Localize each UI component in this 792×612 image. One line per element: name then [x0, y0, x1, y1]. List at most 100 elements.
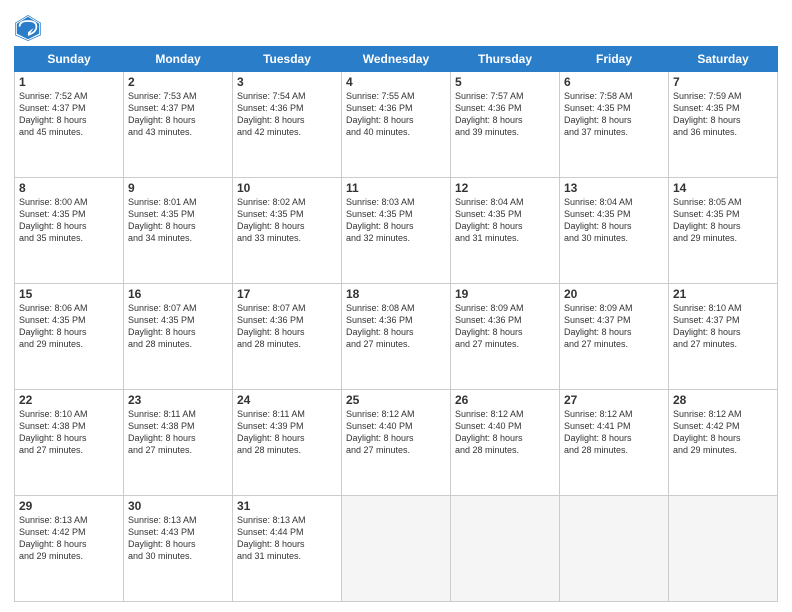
calendar-cell: 5Sunrise: 7:57 AMSunset: 4:36 PMDaylight…	[451, 72, 560, 178]
cell-content: Sunrise: 8:09 AMSunset: 4:37 PMDaylight:…	[564, 302, 664, 351]
cell-content: Sunrise: 8:09 AMSunset: 4:36 PMDaylight:…	[455, 302, 555, 351]
calendar-cell: 18Sunrise: 8:08 AMSunset: 4:36 PMDayligh…	[342, 284, 451, 390]
cell-content: Sunrise: 8:04 AMSunset: 4:35 PMDaylight:…	[455, 196, 555, 245]
calendar-cell	[560, 496, 669, 602]
calendar-cell: 12Sunrise: 8:04 AMSunset: 4:35 PMDayligh…	[451, 178, 560, 284]
calendar-cell: 22Sunrise: 8:10 AMSunset: 4:38 PMDayligh…	[15, 390, 124, 496]
header-day-thursday: Thursday	[451, 47, 560, 72]
header-day-friday: Friday	[560, 47, 669, 72]
day-number: 17	[237, 287, 337, 301]
cell-content: Sunrise: 7:54 AMSunset: 4:36 PMDaylight:…	[237, 90, 337, 139]
header-day-monday: Monday	[124, 47, 233, 72]
cell-content: Sunrise: 8:13 AMSunset: 4:44 PMDaylight:…	[237, 514, 337, 563]
calendar-cell: 21Sunrise: 8:10 AMSunset: 4:37 PMDayligh…	[669, 284, 778, 390]
calendar-cell	[342, 496, 451, 602]
calendar-cell: 26Sunrise: 8:12 AMSunset: 4:40 PMDayligh…	[451, 390, 560, 496]
week-row-3: 15Sunrise: 8:06 AMSunset: 4:35 PMDayligh…	[15, 284, 778, 390]
calendar-cell: 7Sunrise: 7:59 AMSunset: 4:35 PMDaylight…	[669, 72, 778, 178]
calendar-cell: 14Sunrise: 8:05 AMSunset: 4:35 PMDayligh…	[669, 178, 778, 284]
cell-content: Sunrise: 8:02 AMSunset: 4:35 PMDaylight:…	[237, 196, 337, 245]
day-number: 6	[564, 75, 664, 89]
day-number: 15	[19, 287, 119, 301]
calendar-cell: 2Sunrise: 7:53 AMSunset: 4:37 PMDaylight…	[124, 72, 233, 178]
cell-content: Sunrise: 8:12 AMSunset: 4:42 PMDaylight:…	[673, 408, 773, 457]
logo-icon	[14, 14, 42, 42]
cell-content: Sunrise: 8:08 AMSunset: 4:36 PMDaylight:…	[346, 302, 446, 351]
day-number: 21	[673, 287, 773, 301]
day-number: 25	[346, 393, 446, 407]
day-number: 11	[346, 181, 446, 195]
calendar-cell: 23Sunrise: 8:11 AMSunset: 4:38 PMDayligh…	[124, 390, 233, 496]
day-number: 9	[128, 181, 228, 195]
cell-content: Sunrise: 8:12 AMSunset: 4:40 PMDaylight:…	[455, 408, 555, 457]
day-number: 28	[673, 393, 773, 407]
header-day-sunday: Sunday	[15, 47, 124, 72]
day-number: 16	[128, 287, 228, 301]
calendar-cell: 4Sunrise: 7:55 AMSunset: 4:36 PMDaylight…	[342, 72, 451, 178]
calendar-cell: 1Sunrise: 7:52 AMSunset: 4:37 PMDaylight…	[15, 72, 124, 178]
calendar-cell: 29Sunrise: 8:13 AMSunset: 4:42 PMDayligh…	[15, 496, 124, 602]
header-day-tuesday: Tuesday	[233, 47, 342, 72]
day-number: 31	[237, 499, 337, 513]
cell-content: Sunrise: 8:13 AMSunset: 4:43 PMDaylight:…	[128, 514, 228, 563]
calendar-cell: 17Sunrise: 8:07 AMSunset: 4:36 PMDayligh…	[233, 284, 342, 390]
cell-content: Sunrise: 7:57 AMSunset: 4:36 PMDaylight:…	[455, 90, 555, 139]
calendar-cell: 27Sunrise: 8:12 AMSunset: 4:41 PMDayligh…	[560, 390, 669, 496]
calendar-cell: 8Sunrise: 8:00 AMSunset: 4:35 PMDaylight…	[15, 178, 124, 284]
cell-content: Sunrise: 8:04 AMSunset: 4:35 PMDaylight:…	[564, 196, 664, 245]
calendar-cell: 19Sunrise: 8:09 AMSunset: 4:36 PMDayligh…	[451, 284, 560, 390]
calendar-cell: 13Sunrise: 8:04 AMSunset: 4:35 PMDayligh…	[560, 178, 669, 284]
week-row-4: 22Sunrise: 8:10 AMSunset: 4:38 PMDayligh…	[15, 390, 778, 496]
calendar-cell: 11Sunrise: 8:03 AMSunset: 4:35 PMDayligh…	[342, 178, 451, 284]
cell-content: Sunrise: 7:52 AMSunset: 4:37 PMDaylight:…	[19, 90, 119, 139]
day-number: 7	[673, 75, 773, 89]
day-number: 1	[19, 75, 119, 89]
calendar-cell: 10Sunrise: 8:02 AMSunset: 4:35 PMDayligh…	[233, 178, 342, 284]
calendar-cell: 9Sunrise: 8:01 AMSunset: 4:35 PMDaylight…	[124, 178, 233, 284]
header-day-wednesday: Wednesday	[342, 47, 451, 72]
cell-content: Sunrise: 7:59 AMSunset: 4:35 PMDaylight:…	[673, 90, 773, 139]
calendar-cell: 20Sunrise: 8:09 AMSunset: 4:37 PMDayligh…	[560, 284, 669, 390]
day-number: 14	[673, 181, 773, 195]
day-number: 19	[455, 287, 555, 301]
day-number: 24	[237, 393, 337, 407]
cell-content: Sunrise: 8:06 AMSunset: 4:35 PMDaylight:…	[19, 302, 119, 351]
cell-content: Sunrise: 8:11 AMSunset: 4:39 PMDaylight:…	[237, 408, 337, 457]
day-number: 27	[564, 393, 664, 407]
day-number: 5	[455, 75, 555, 89]
cell-content: Sunrise: 8:07 AMSunset: 4:36 PMDaylight:…	[237, 302, 337, 351]
cell-content: Sunrise: 8:05 AMSunset: 4:35 PMDaylight:…	[673, 196, 773, 245]
day-number: 4	[346, 75, 446, 89]
calendar-cell: 16Sunrise: 8:07 AMSunset: 4:35 PMDayligh…	[124, 284, 233, 390]
day-number: 13	[564, 181, 664, 195]
cell-content: Sunrise: 7:55 AMSunset: 4:36 PMDaylight:…	[346, 90, 446, 139]
logo	[14, 14, 46, 42]
day-number: 26	[455, 393, 555, 407]
day-number: 29	[19, 499, 119, 513]
day-number: 12	[455, 181, 555, 195]
calendar-cell: 30Sunrise: 8:13 AMSunset: 4:43 PMDayligh…	[124, 496, 233, 602]
calendar-cell: 25Sunrise: 8:12 AMSunset: 4:40 PMDayligh…	[342, 390, 451, 496]
calendar-cell: 24Sunrise: 8:11 AMSunset: 4:39 PMDayligh…	[233, 390, 342, 496]
calendar-cell: 6Sunrise: 7:58 AMSunset: 4:35 PMDaylight…	[560, 72, 669, 178]
calendar-cell	[669, 496, 778, 602]
cell-content: Sunrise: 7:58 AMSunset: 4:35 PMDaylight:…	[564, 90, 664, 139]
cell-content: Sunrise: 8:12 AMSunset: 4:41 PMDaylight:…	[564, 408, 664, 457]
day-number: 10	[237, 181, 337, 195]
cell-content: Sunrise: 8:01 AMSunset: 4:35 PMDaylight:…	[128, 196, 228, 245]
cell-content: Sunrise: 8:07 AMSunset: 4:35 PMDaylight:…	[128, 302, 228, 351]
calendar-table: SundayMondayTuesdayWednesdayThursdayFrid…	[14, 46, 778, 602]
cell-content: Sunrise: 8:10 AMSunset: 4:37 PMDaylight:…	[673, 302, 773, 351]
day-number: 3	[237, 75, 337, 89]
header-row: SundayMondayTuesdayWednesdayThursdayFrid…	[15, 47, 778, 72]
header	[14, 10, 778, 42]
day-number: 8	[19, 181, 119, 195]
cell-content: Sunrise: 7:53 AMSunset: 4:37 PMDaylight:…	[128, 90, 228, 139]
calendar-cell: 3Sunrise: 7:54 AMSunset: 4:36 PMDaylight…	[233, 72, 342, 178]
page: SundayMondayTuesdayWednesdayThursdayFrid…	[0, 0, 792, 612]
calendar-cell: 31Sunrise: 8:13 AMSunset: 4:44 PMDayligh…	[233, 496, 342, 602]
calendar-cell: 15Sunrise: 8:06 AMSunset: 4:35 PMDayligh…	[15, 284, 124, 390]
day-number: 18	[346, 287, 446, 301]
cell-content: Sunrise: 8:11 AMSunset: 4:38 PMDaylight:…	[128, 408, 228, 457]
day-number: 22	[19, 393, 119, 407]
